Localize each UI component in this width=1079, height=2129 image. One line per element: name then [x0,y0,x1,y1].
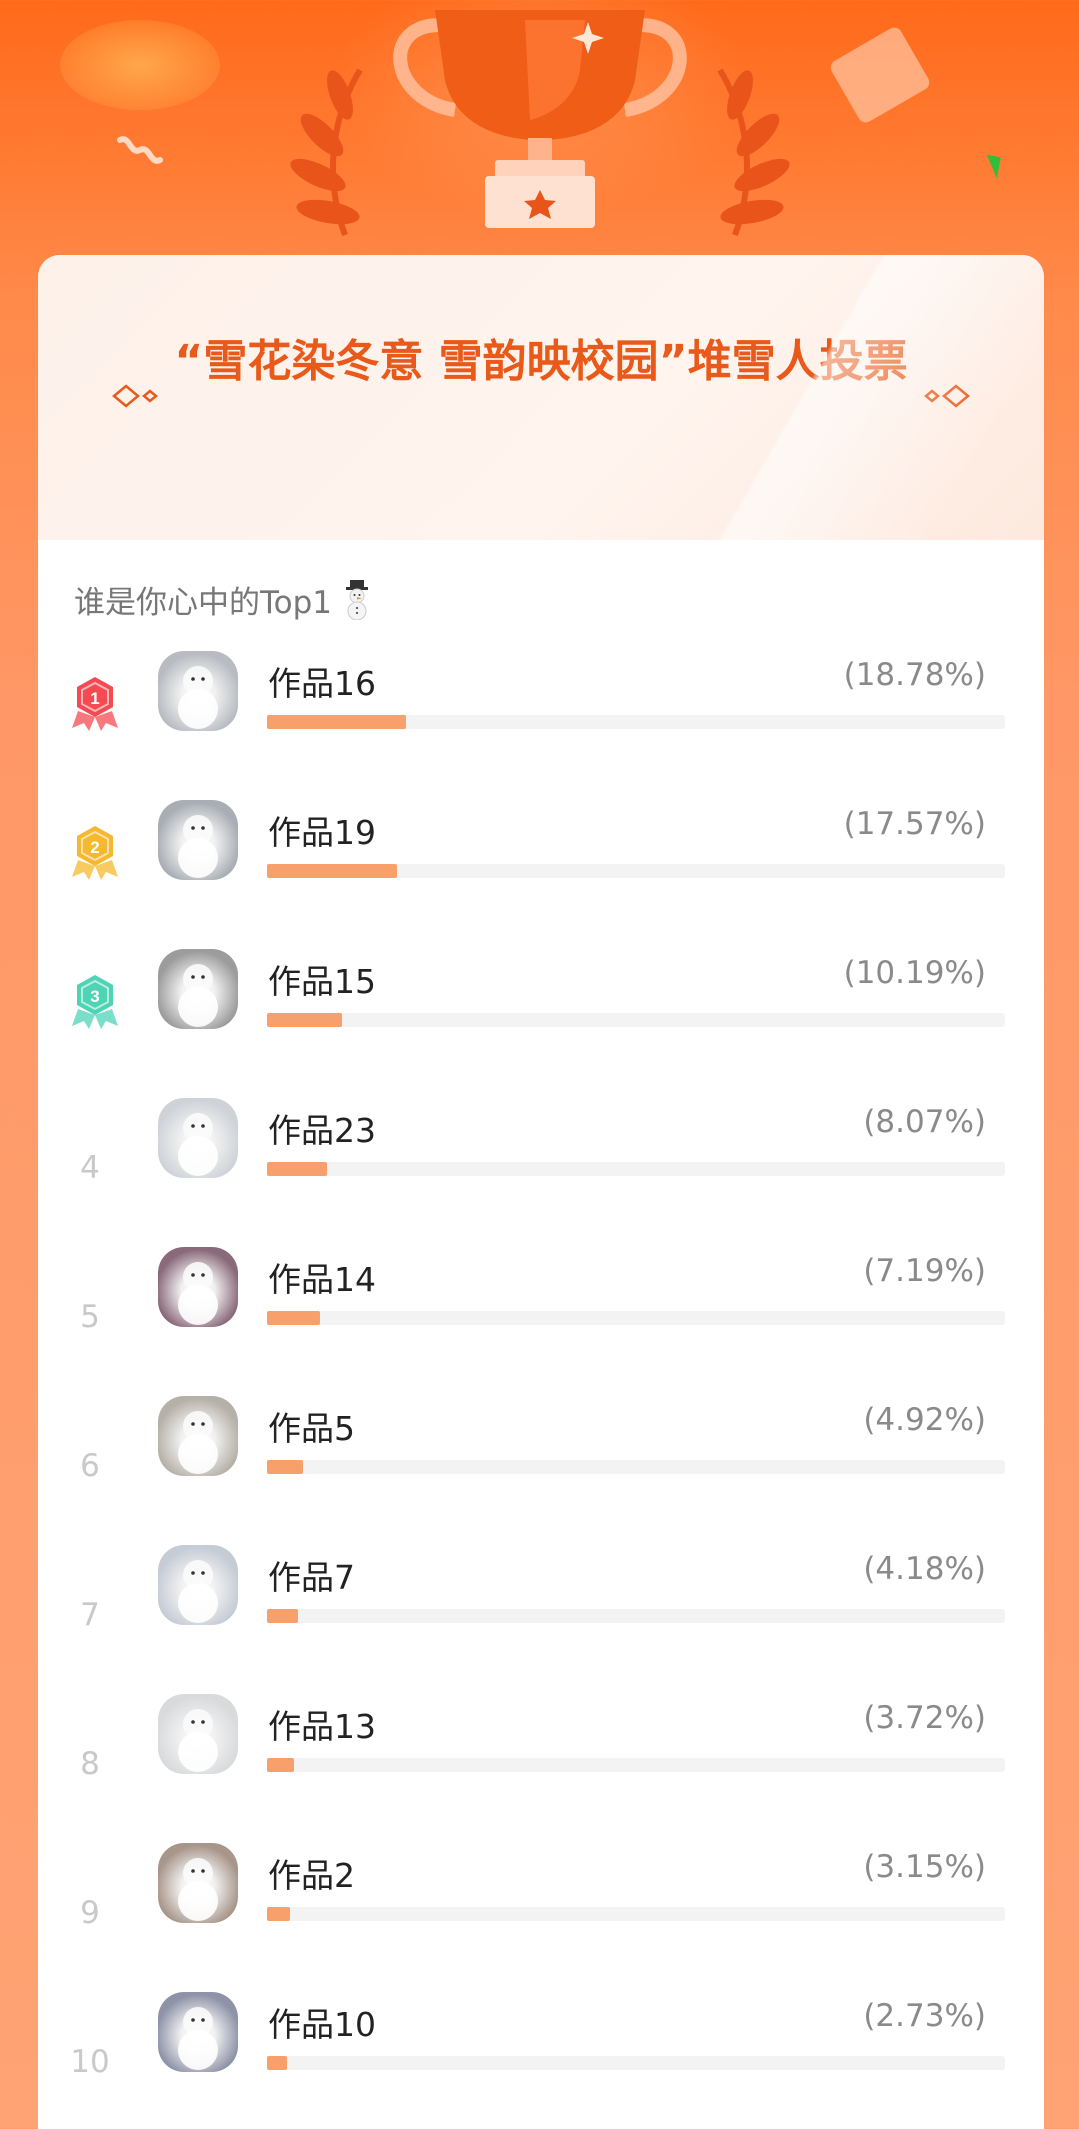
ranking-row[interactable]: 9 作品2 (3.15%) [38,1835,1044,1984]
vote-bar-fill [267,1311,321,1325]
header-banner [0,0,1079,260]
entry-name: 作品23 [268,1111,376,1150]
vote-bar-track [267,1162,1005,1176]
ranking-list: 1 作品16 (18.78%) 2 作品19 (17.57%) 3 作品15 (10.19%) 4… [38,643,1044,2129]
light-blob [827,24,933,126]
vote-bar-fill [267,864,397,878]
vote-percentage: (10.19%) [843,955,986,991]
rank-number: 8 [80,1746,100,1782]
page-title: “雪花染冬意 雪韵映校园”堆雪人投票 [174,336,908,387]
snowman-photo-icon [178,1113,218,1176]
rank-number: 6 [80,1448,100,1484]
snowman-photo-icon [178,666,218,729]
entry-thumbnail[interactable] [158,1992,238,2072]
vote-percentage: (17.57%) [843,806,986,842]
medal-rank: 2 [90,838,99,857]
diamond-deco-icon [924,384,970,408]
ranking-row[interactable]: 4 作品23 (8.07%) [38,1090,1044,1239]
entry-thumbnail[interactable] [158,1098,238,1178]
vote-percentage: (18.78%) [843,657,986,693]
vote-bar-track [267,1460,1005,1474]
vote-percentage: (3.15%) [863,1849,986,1885]
vote-bar-fill [267,1758,295,1772]
vote-card: “雪花染冬意 雪韵映校园”堆雪人投票 谁是你心中的Top1 1 作品16 (18.7… [38,255,1044,2129]
trophy-icon [290,10,790,237]
ranking-row[interactable]: 8 作品13 (3.72%) [38,1686,1044,1835]
vote-bar-track [267,715,1005,729]
entry-name: 作品2 [268,1856,355,1895]
vote-percentage: (7.19%) [863,1253,986,1289]
entry-name: 作品14 [268,1260,376,1299]
light-blob [60,20,220,110]
ranking-row[interactable]: 6 作品5 (4.92%) [38,1388,1044,1537]
vote-bar-track [267,864,1005,878]
subtitle-text: 谁是你心中的Top1 [74,585,333,621]
snowman-photo-icon [178,1709,218,1772]
vote-bar-fill [267,1907,291,1921]
snowman-photo-icon [178,2007,218,2070]
ranking-row[interactable]: 3 作品15 (10.19%) [38,941,1044,1090]
rank-number: 7 [80,1597,100,1633]
medal-icon: 1 [72,677,118,731]
vote-bar-track [267,1609,1005,1623]
vote-percentage: (8.07%) [863,1104,986,1140]
snowman-photo-icon [178,1560,218,1623]
vote-percentage: (2.73%) [863,1998,986,2034]
laurel-icon [717,68,790,237]
snowman-photo-icon [178,1858,218,1921]
entry-thumbnail[interactable] [158,949,238,1029]
ranking-row[interactable]: 1 作品16 (18.78%) [38,643,1044,792]
entry-thumbnail[interactable] [158,1694,238,1774]
snowman-photo-icon [178,815,218,878]
entry-thumbnail[interactable] [158,1843,238,1923]
confetti-icon [973,153,1001,179]
entry-name: 作品16 [268,664,376,703]
snowman-photo-icon [178,1262,218,1325]
entry-name: 作品5 [268,1409,355,1448]
ranking-row[interactable]: 5 作品14 (7.19%) [38,1239,1044,1388]
vote-bar-track [267,1013,1005,1027]
vote-bar-fill [267,2056,288,2070]
rank-number: 5 [80,1299,100,1335]
entry-thumbnail[interactable] [158,651,238,731]
laurel-icon [290,68,363,237]
medal-rank: 3 [90,987,99,1006]
ranking-row[interactable]: 10 作品10 (2.73%) [38,1984,1044,2129]
vote-percentage: (4.18%) [863,1551,986,1587]
ranking-row[interactable]: 2 作品19 (17.57%) [38,792,1044,941]
vote-bar-track [267,1907,1005,1921]
vote-bar-fill [267,1162,327,1176]
rank-number: 4 [80,1150,100,1186]
medal-icon: 3 [72,975,118,1029]
squiggle-icon [117,136,163,164]
section-subtitle: 谁是你心中的Top1 [74,577,374,622]
vote-bar-fill [267,1609,298,1623]
entry-name: 作品7 [268,1558,355,1597]
snowman-photo-icon [178,964,218,1027]
entry-name: 作品10 [268,2005,376,2044]
vote-bar-track [267,1311,1005,1325]
rank-number: 9 [80,1895,100,1931]
rank-number: 10 [70,2044,110,2080]
ranking-row[interactable]: 7 作品7 (4.18%) [38,1537,1044,1686]
vote-bar-fill [267,715,406,729]
vote-bar-track [267,1758,1005,1772]
entry-name: 作品13 [268,1707,376,1746]
entry-name: 作品15 [268,962,376,1001]
entry-thumbnail[interactable] [158,1545,238,1625]
snowman-photo-icon [178,1411,218,1474]
medal-rank: 1 [90,689,99,708]
entry-thumbnail[interactable] [158,800,238,880]
card-header: “雪花染冬意 雪韵映校园”堆雪人投票 [38,255,1044,540]
entry-name: 作品19 [268,813,376,852]
entry-thumbnail[interactable] [158,1247,238,1327]
vote-bar-track [267,2056,1005,2070]
vote-percentage: (4.92%) [863,1402,986,1438]
vote-percentage: (3.72%) [863,1700,986,1736]
snowman-emoji-icon [346,579,369,620]
medal-icon: 2 [72,826,118,880]
vote-bar-fill [267,1460,304,1474]
entry-thumbnail[interactable] [158,1396,238,1476]
vote-bar-fill [267,1013,343,1027]
